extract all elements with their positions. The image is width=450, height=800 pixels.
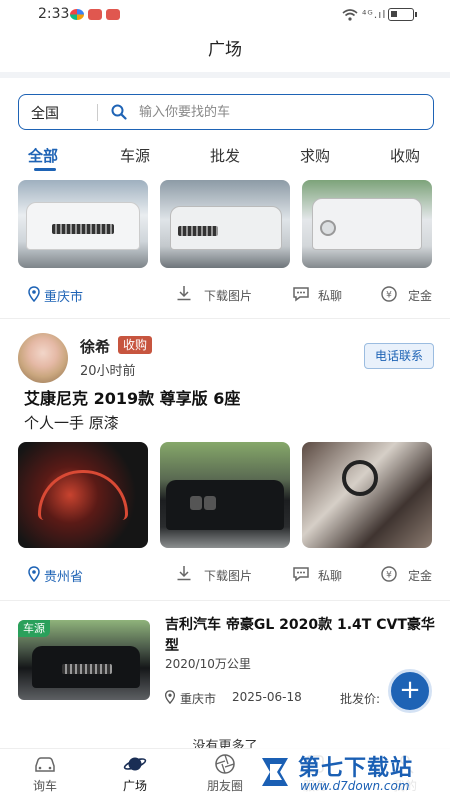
app-notification-icon <box>70 9 84 20</box>
listing-title[interactable]: 吉利汽车 帝豪GL 2020款 1.4T CVT豪华型 <box>165 615 440 657</box>
deposit-button[interactable]: 定金 <box>408 567 432 584</box>
nav-item-square[interactable]: 广场 <box>90 753 180 794</box>
car-icon <box>35 757 55 772</box>
add-post-button[interactable]: + <box>388 669 432 713</box>
listing-date: 2025-06-18 <box>232 690 302 704</box>
chat-icon[interactable] <box>292 566 310 582</box>
deposit-icon[interactable]: ¥ <box>381 286 397 302</box>
private-chat-button[interactable]: 私聊 <box>318 567 342 584</box>
status-time: 2:33 <box>38 6 70 22</box>
user-name[interactable]: 徐希 <box>80 336 110 357</box>
tab-want-to-buy[interactable]: 求购 <box>300 145 330 166</box>
post-photo[interactable] <box>160 442 290 548</box>
location-pin-icon <box>28 566 40 582</box>
listing-tag: 车源 <box>18 620 50 637</box>
battery-icon <box>388 8 417 21</box>
svg-text:¥: ¥ <box>386 571 392 581</box>
post-photo[interactable] <box>302 180 432 268</box>
post-time: 20小时前 <box>80 364 136 379</box>
post-title: 艾康尼克 2019款 尊享版 6座 <box>24 389 241 408</box>
avatar[interactable] <box>18 333 68 383</box>
signal-indicator: ⁴ᴳ.ıl <box>362 8 387 21</box>
search-input[interactable] <box>139 101 419 123</box>
tab-acquire[interactable]: 收购 <box>390 145 420 166</box>
deposit-icon[interactable]: ¥ <box>381 566 397 582</box>
page-header: 广场 <box>0 30 450 72</box>
header-divider <box>0 72 450 78</box>
post-photo[interactable] <box>302 442 432 548</box>
status-bar: 2:33 ⁴ᴳ.ıl <box>0 0 450 30</box>
nav-item-inquiry[interactable]: 询车 <box>0 753 90 794</box>
tab-all[interactable]: 全部 <box>28 145 58 166</box>
chat-icon[interactable] <box>292 286 310 302</box>
square-page: 2:33 ⁴ᴳ.ıl 广场 全国 全部 车源 批发 求购 收购 <box>0 0 450 800</box>
svg-text:¥: ¥ <box>386 291 392 301</box>
post-photo[interactable] <box>160 180 290 268</box>
location-pin-icon <box>28 286 40 302</box>
listing-price-label: 批发价: <box>340 692 381 706</box>
planet-icon <box>123 757 147 771</box>
tab-wholesale[interactable]: 批发 <box>210 145 240 166</box>
watermark-url: www.d7down.com <box>300 779 410 793</box>
deposit-button[interactable]: 定金 <box>408 287 432 304</box>
search-divider <box>97 104 98 121</box>
location-pin-icon <box>164 690 176 704</box>
mail-notification-icon <box>88 9 102 20</box>
aperture-icon <box>215 754 235 774</box>
region-selector[interactable]: 全国 <box>31 103 59 123</box>
post-location: 贵州省 <box>44 570 84 585</box>
nav-label: 广场 <box>122 779 147 793</box>
watermark-title: 第七下载站 <box>298 756 414 781</box>
page-title: 广场 <box>208 40 242 60</box>
private-chat-button[interactable]: 私聊 <box>318 287 342 304</box>
search-bar: 全国 <box>18 94 434 130</box>
post-description: 个人一手 原漆 <box>24 414 119 432</box>
category-tabs: 全部 车源 批发 求购 收购 <box>0 140 450 174</box>
wifi-icon <box>342 9 358 21</box>
post-type-badge: 收购 <box>118 336 153 354</box>
download-icon[interactable] <box>176 565 192 581</box>
post-photo[interactable] <box>18 180 148 268</box>
download-icon[interactable] <box>176 285 192 301</box>
listing-subtitle: 2020/10万公里 <box>165 657 251 671</box>
watermark: 第七下载站 www.d7down.com <box>252 748 450 800</box>
post-location: 重庆市 <box>44 290 84 305</box>
listing-location: 重庆市 <box>180 692 217 706</box>
call-contact-button[interactable]: 电话联系 <box>364 343 434 369</box>
tab-car-source[interactable]: 车源 <box>120 145 150 166</box>
post-divider <box>0 600 450 601</box>
post-divider <box>0 318 450 319</box>
active-tab-indicator <box>34 168 56 171</box>
watermark-logo-icon <box>262 758 288 786</box>
message-notification-icon <box>106 9 120 20</box>
search-icon <box>111 104 127 120</box>
download-images-button[interactable]: 下载图片 <box>204 287 252 304</box>
download-images-button[interactable]: 下载图片 <box>204 567 252 584</box>
nav-label: 询车 <box>32 779 57 793</box>
post-photo[interactable] <box>18 442 148 548</box>
